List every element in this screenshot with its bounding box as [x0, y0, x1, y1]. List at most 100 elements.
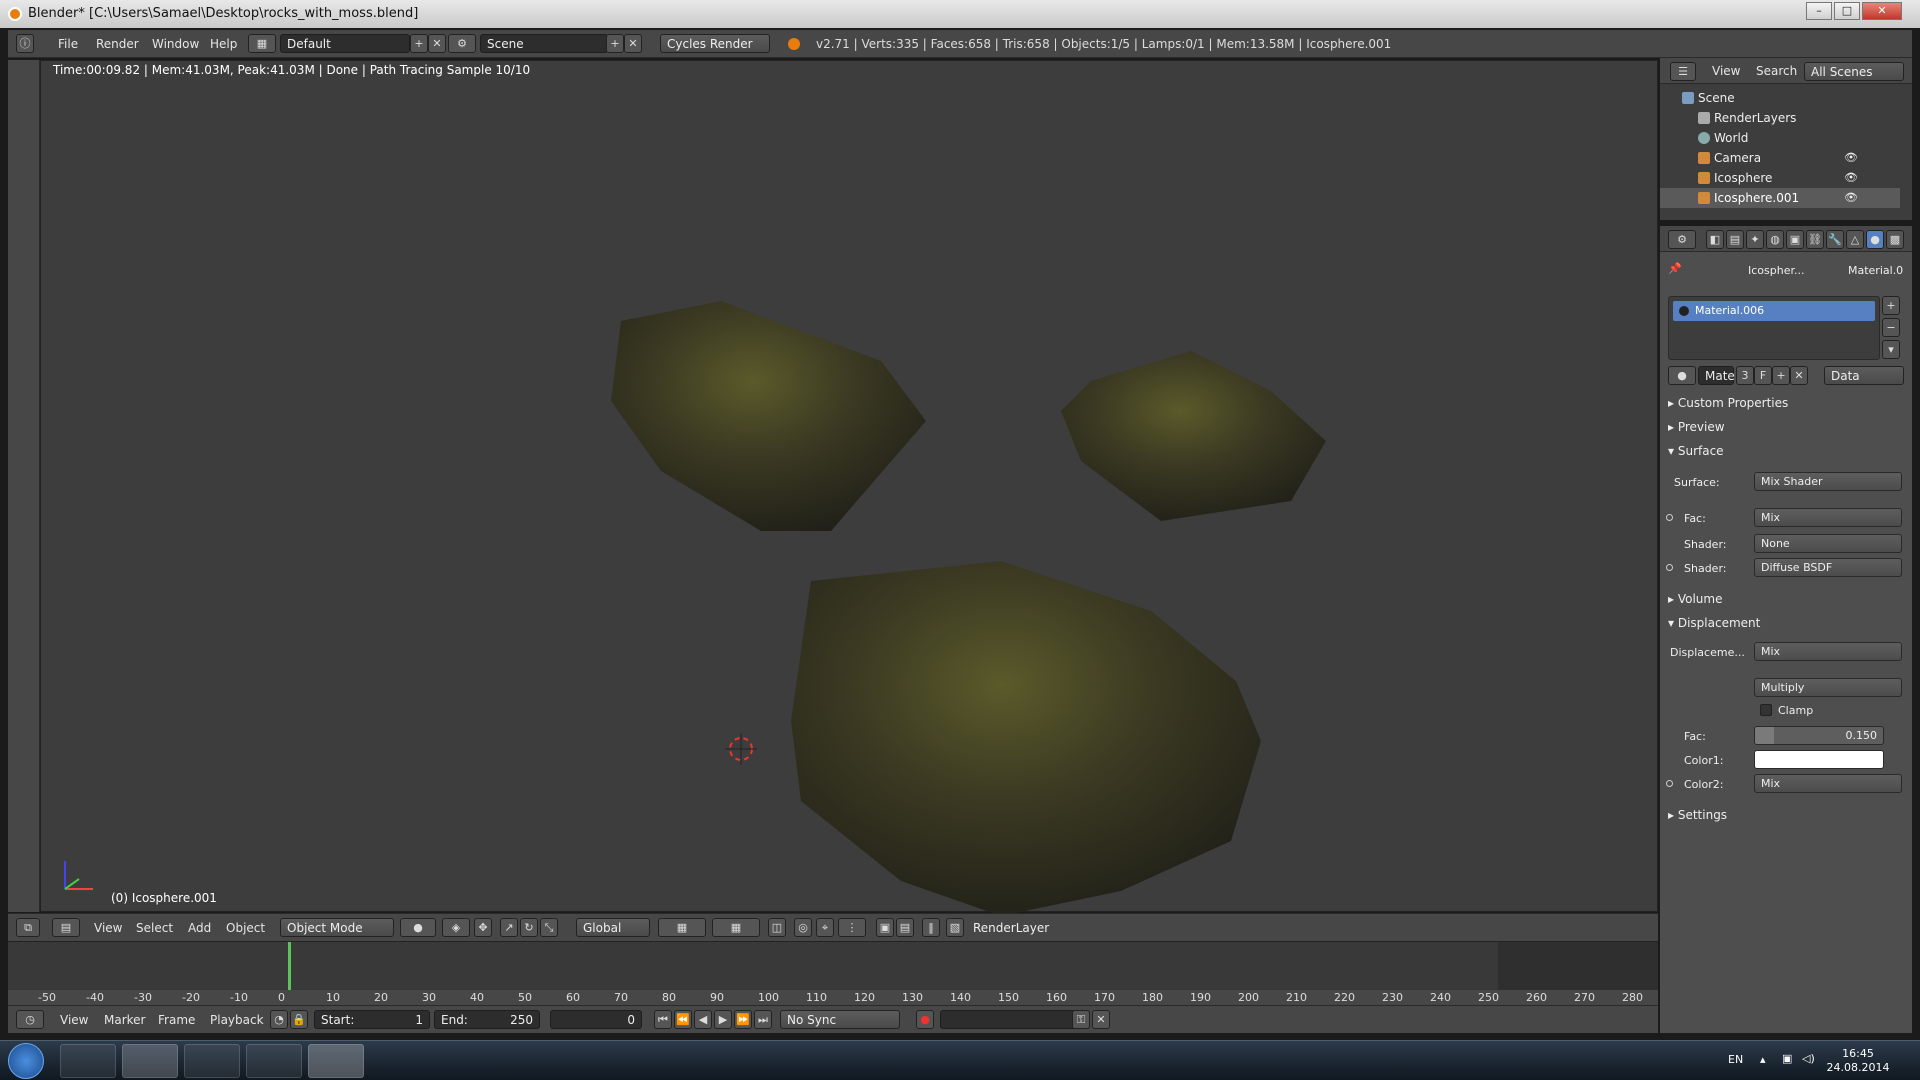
fac-select[interactable]: Mix	[1754, 508, 1902, 527]
editor-type-3dview-icon[interactable]: ⧉	[16, 918, 40, 937]
menu-view[interactable]: View	[94, 921, 122, 935]
visibility-eye-icon[interactable]: 👁	[1844, 151, 1858, 164]
material-slot-list[interactable]: Material.006	[1668, 296, 1880, 360]
section-volume[interactable]: ▸ Volume	[1668, 592, 1722, 610]
outliner-menu-view[interactable]: View	[1712, 64, 1740, 78]
pause-render-icon[interactable]: ‖	[922, 918, 940, 937]
socket-link-icon[interactable]	[1666, 780, 1673, 787]
outliner-item-scene[interactable]: Scene	[1660, 88, 1900, 108]
outliner-item-icosphere[interactable]: Icosphere 👁	[1660, 168, 1900, 188]
close-button[interactable]: ✕	[1862, 2, 1902, 20]
scale-icon[interactable]: ⤡	[540, 918, 558, 937]
manipulator-toggle-icon[interactable]: ✥	[474, 918, 492, 937]
menu-object[interactable]: Object	[226, 921, 265, 935]
render-context-icon[interactable]: ◧	[1706, 230, 1724, 249]
world-context-icon[interactable]: ◍	[1766, 230, 1784, 249]
delete-keyframe-icon[interactable]: ✕	[1092, 1010, 1110, 1029]
scene-field[interactable]: Scene	[480, 34, 608, 53]
remove-slot-button[interactable]: −	[1882, 318, 1900, 337]
jump-start-icon[interactable]: ⏮	[654, 1010, 672, 1029]
taskbar-autocad-icon[interactable]	[122, 1044, 178, 1078]
layers-grid-2[interactable]: ▦	[712, 918, 760, 937]
snap-toggle-icon[interactable]: ⌖	[816, 918, 834, 937]
menu-view-timeline[interactable]: View	[60, 1013, 88, 1027]
translate-icon[interactable]: ↗	[500, 918, 518, 937]
jump-end-icon[interactable]: ⏭	[754, 1010, 772, 1029]
network-icon[interactable]: ▣	[1782, 1052, 1792, 1065]
slot-specials-icon[interactable]: ▾	[1882, 340, 1900, 359]
play-icon[interactable]: ▶	[714, 1010, 732, 1029]
outliner-item-camera[interactable]: Camera 👁	[1660, 148, 1900, 168]
blend-mode-select[interactable]: Multiply	[1754, 678, 1902, 697]
material-users-count[interactable]: 3	[1736, 366, 1754, 385]
outliner[interactable]: Scene RenderLayers World Camera 👁 Icosph…	[1660, 84, 1912, 220]
render-engine-select[interactable]: Cycles Render	[660, 34, 770, 53]
shader1-select[interactable]: None	[1754, 534, 1902, 553]
renderlayer-context-icon[interactable]: ▤	[1726, 230, 1744, 249]
outliner-display-mode[interactable]: All Scenes	[1804, 62, 1904, 81]
taskbar-blender-icon[interactable]	[308, 1044, 364, 1078]
unlink-material-button[interactable]: ✕	[1790, 366, 1808, 385]
minimize-button[interactable]: –	[1806, 2, 1832, 20]
editor-type-timeline-icon[interactable]: ◷	[16, 1010, 44, 1029]
next-keyframe-icon[interactable]: ⏩	[734, 1010, 752, 1029]
material-name-field[interactable]: Mate	[1698, 366, 1735, 385]
displacement-select[interactable]: Mix	[1754, 642, 1902, 661]
color2-select[interactable]: Mix	[1754, 774, 1902, 793]
viewport-shading-icon[interactable]: ●	[400, 918, 436, 937]
shader2-select[interactable]: Diffuse BSDF	[1754, 558, 1902, 577]
system-clock[interactable]: 16:45 24.08.2014	[1820, 1047, 1896, 1075]
taskbar-folder-icon[interactable]	[246, 1044, 302, 1078]
menu-help[interactable]: Help	[210, 37, 237, 51]
scene-icon[interactable]: ⚙	[448, 34, 476, 53]
menu-window[interactable]: Window	[152, 37, 199, 51]
pivot-point-icon[interactable]: ◈	[442, 918, 470, 937]
fake-user-toggle[interactable]: F	[1754, 366, 1772, 385]
outliner-item-icosphere-001[interactable]: Icosphere.001 👁	[1660, 188, 1900, 208]
outliner-menu-search[interactable]: Search	[1756, 64, 1797, 78]
add-slot-button[interactable]: +	[1882, 296, 1900, 315]
disp-fac-slider[interactable]: 0.150	[1754, 726, 1884, 745]
menu-add[interactable]: Add	[188, 921, 211, 935]
new-material-button[interactable]: +	[1772, 366, 1790, 385]
section-custom-properties[interactable]: ▸ Custom Properties	[1668, 396, 1788, 414]
render-still-icon[interactable]: ▣	[876, 918, 894, 937]
socket-link-icon[interactable]	[1666, 514, 1673, 521]
view-menu-toggle-icon[interactable]: ▤	[52, 918, 80, 937]
texture-context-icon[interactable]: ▩	[1886, 230, 1904, 249]
maximize-button[interactable]: □	[1834, 2, 1860, 20]
layers-grid-1[interactable]: ▦	[658, 918, 706, 937]
remove-layout-button[interactable]: ✕	[428, 34, 446, 53]
timeline-ruler[interactable]: -50 -40 -30 -20 -10 0 10 20 30 40 50 60 70 80 90 100 110…	[8, 990, 1658, 1006]
material-slot-item[interactable]: Material.006	[1673, 301, 1875, 321]
section-settings[interactable]: ▸ Settings	[1668, 808, 1727, 826]
menu-render[interactable]: Render	[96, 37, 139, 51]
screen-layout-icon[interactable]: ▦	[248, 34, 276, 53]
menu-frame[interactable]: Frame	[158, 1013, 195, 1027]
material-link-select[interactable]: Data	[1824, 366, 1904, 385]
preview-range-icon[interactable]: ◔	[270, 1010, 288, 1029]
outliner-item-world[interactable]: World	[1660, 128, 1900, 148]
socket-link-icon[interactable]	[1666, 564, 1673, 571]
tool-shelf-collapsed[interactable]	[8, 60, 40, 912]
prev-keyframe-icon[interactable]: ⏪	[674, 1010, 692, 1029]
outliner-item-renderlayers[interactable]: RenderLayers	[1660, 108, 1900, 128]
start-frame-field[interactable]: Start: 1	[314, 1010, 430, 1029]
transform-orientation-select[interactable]: Global	[576, 918, 650, 937]
start-button[interactable]	[8, 1043, 44, 1079]
add-scene-button[interactable]: +	[606, 34, 624, 53]
visibility-eye-icon[interactable]: 👁	[1844, 171, 1858, 184]
proportional-edit-icon[interactable]: ◎	[794, 918, 812, 937]
material-context-icon[interactable]: ●	[1866, 230, 1884, 249]
lock-range-icon[interactable]: 🔒	[290, 1010, 308, 1029]
surface-shader-select[interactable]: Mix Shader	[1754, 472, 1902, 491]
keying-set-field[interactable]	[940, 1010, 1090, 1029]
insert-keyframe-icon[interactable]: ⚿	[1072, 1010, 1090, 1029]
snap-element-icon[interactable]: ⋮	[838, 918, 866, 937]
add-layout-button[interactable]: +	[410, 34, 428, 53]
constraints-context-icon[interactable]: ⛓	[1806, 230, 1824, 249]
menu-file[interactable]: File	[58, 37, 78, 51]
pin-icon[interactable]: 📌	[1668, 262, 1682, 275]
remove-scene-button[interactable]: ✕	[624, 34, 642, 53]
play-reverse-icon[interactable]: ◀	[694, 1010, 712, 1029]
